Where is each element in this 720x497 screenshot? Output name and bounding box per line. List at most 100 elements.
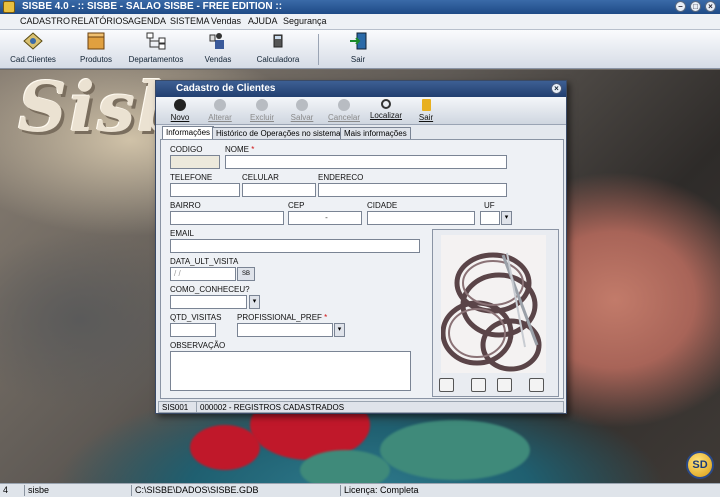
tab-panel-informacoes: CODIGO NOME * TELEFONE CELULAR ENDERECO … <box>160 139 564 399</box>
qtd-visitas-field[interactable] <box>170 323 216 337</box>
search-icon <box>381 99 391 109</box>
button-label: Alterar <box>208 113 232 122</box>
novo-button[interactable]: Novo <box>162 99 198 122</box>
dialog-close-icon[interactable]: × <box>551 83 562 94</box>
telefone-label: TELEFONE <box>170 173 213 182</box>
como-conheceu-label: COMO_CONHECEU? <box>170 285 250 294</box>
app-logo-icon <box>3 1 15 13</box>
celular-field[interactable] <box>242 183 316 197</box>
celular-label: CELULAR <box>242 173 279 182</box>
excluir-button[interactable]: Excluir <box>244 99 280 122</box>
alterar-button[interactable]: Alterar <box>202 99 238 122</box>
menu-vendas[interactable]: Vendas <box>211 16 241 26</box>
toolbar-label: Sair <box>350 55 366 64</box>
toolbar-sair-button[interactable]: Sair <box>340 32 376 68</box>
salvar-button[interactable]: Salvar <box>284 99 320 122</box>
button-label: Sair <box>418 113 434 122</box>
uf-dropdown-icon[interactable]: ▾ <box>501 211 512 225</box>
uf-label: UF <box>484 201 495 210</box>
button-label: Excluir <box>249 113 274 122</box>
codigo-field[interactable] <box>170 155 220 169</box>
observacao-field[interactable] <box>170 351 411 391</box>
status-user: sisbe <box>24 485 130 496</box>
bairro-label: BAIRRO <box>170 201 201 210</box>
save-icon <box>296 99 308 111</box>
calendar-button[interactable]: SB <box>237 267 255 281</box>
profissional-pref-dropdown-icon[interactable]: ▾ <box>334 323 345 337</box>
status-db-path: C:\SISBE\DADOS\SISBE.GDB <box>131 485 339 496</box>
client-photo <box>440 235 546 373</box>
exit-door-icon <box>350 32 367 50</box>
toolbar-calculadora-button[interactable]: Calculadora <box>254 32 302 68</box>
nome-field[interactable] <box>225 155 507 169</box>
menu-sistema[interactable]: SISTEMA <box>170 16 210 26</box>
button-label: Salvar <box>290 113 314 122</box>
menu-seguranca[interactable]: Segurança <box>283 16 327 26</box>
cidade-field[interactable] <box>367 211 475 225</box>
hair-sample-image <box>440 235 546 373</box>
bairro-field[interactable] <box>170 211 284 225</box>
telefone-field[interactable] <box>170 183 240 197</box>
observacao-label: OBSERVAÇÃO <box>170 341 226 350</box>
status-license: Licença: Completa <box>340 485 718 496</box>
dialog-toolbar: Novo Alterar Excluir Salvar Cancelar Loc… <box>156 97 566 125</box>
toolbar-produtos-button[interactable]: Produtos <box>76 32 116 68</box>
cancel-icon <box>338 99 350 111</box>
tab-informacoes[interactable]: Informações <box>162 126 215 140</box>
cadastro-clientes-dialog: Cadastro de Clientes × Novo Alterar Excl… <box>155 80 567 414</box>
photo-copy-icon[interactable] <box>471 378 486 392</box>
nome-label: NOME * <box>225 145 254 154</box>
background-decoration <box>380 420 530 480</box>
menubar: CADASTRO RELATÓRIOS AGENDA SISTEMA Venda… <box>0 14 720 30</box>
email-field[interactable] <box>170 239 420 253</box>
toolbar-cad-clientes-button[interactable]: Cad.Clientes <box>8 32 58 68</box>
close-icon[interactable]: × <box>705 1 716 12</box>
endereco-field[interactable] <box>318 183 507 197</box>
menu-ajuda[interactable]: AJUDA <box>248 16 278 26</box>
photo-panel <box>432 229 559 397</box>
org-chart-icon <box>146 32 166 50</box>
corner-logo: SD <box>686 451 714 479</box>
toolbar-label: Cad.Clientes <box>10 55 56 64</box>
clients-icon <box>23 32 43 50</box>
toolbar-label: Departamentos <box>128 55 184 64</box>
edit-icon <box>214 99 226 111</box>
menu-cadastro[interactable]: CADASTRO <box>20 16 70 26</box>
photo-folder-icon[interactable] <box>439 378 454 392</box>
como-conheceu-select[interactable] <box>170 295 247 309</box>
toolbar-label: Calculadora <box>256 55 300 64</box>
maximize-icon[interactable]: □ <box>690 1 701 12</box>
profissional-pref-select[interactable] <box>237 323 333 337</box>
exit-icon <box>421 99 431 111</box>
photo-clear-icon[interactable] <box>529 378 544 392</box>
toolbar-vendas-button[interactable]: Vendas <box>200 32 236 68</box>
dialog-statusbar: SIS001 000002 - REGISTROS CADASTRADOS <box>158 401 564 413</box>
calculator-icon <box>273 34 283 48</box>
menu-relatorios[interactable]: RELATÓRIOS <box>71 16 128 26</box>
minimize-icon[interactable]: – <box>675 1 686 12</box>
toolbar-label: Produtos <box>79 55 113 64</box>
delete-icon <box>256 99 268 111</box>
box-icon <box>87 32 105 50</box>
cep-label: CEP <box>288 201 305 210</box>
toolbar-departamentos-button[interactable]: Departamentos <box>128 32 184 68</box>
profissional-pref-label-text: PROFISSIONAL_PREF <box>237 313 322 322</box>
dialog-sair-button[interactable]: Sair <box>408 99 444 122</box>
uf-select[interactable] <box>480 211 500 225</box>
dialog-title: Cadastro de Clientes <box>176 83 276 94</box>
como-conheceu-dropdown-icon[interactable]: ▾ <box>249 295 260 309</box>
cep-field[interactable]: - <box>288 211 362 225</box>
cancelar-button[interactable]: Cancelar <box>326 99 362 122</box>
toolbar-label: Vendas <box>204 55 232 64</box>
dialog-status-records: 000002 - REGISTROS CADASTRADOS <box>200 403 345 412</box>
app-titlebar: SISBE 4.0 - :: SISBE - SALAO SISBE - FRE… <box>0 0 720 14</box>
photo-webcam-icon[interactable] <box>497 378 512 392</box>
button-label: Novo <box>170 113 190 122</box>
dialog-status-user: SIS001 <box>159 402 197 413</box>
data-ult-visita-field[interactable]: / / <box>170 267 236 281</box>
localizar-button[interactable]: Localizar <box>366 99 406 120</box>
menu-agenda[interactable]: AGENDA <box>128 16 166 26</box>
background-decoration <box>300 450 390 483</box>
toolbar-separator <box>318 34 319 65</box>
app-title: SISBE 4.0 - :: SISBE - SALAO SISBE - FRE… <box>22 1 283 12</box>
